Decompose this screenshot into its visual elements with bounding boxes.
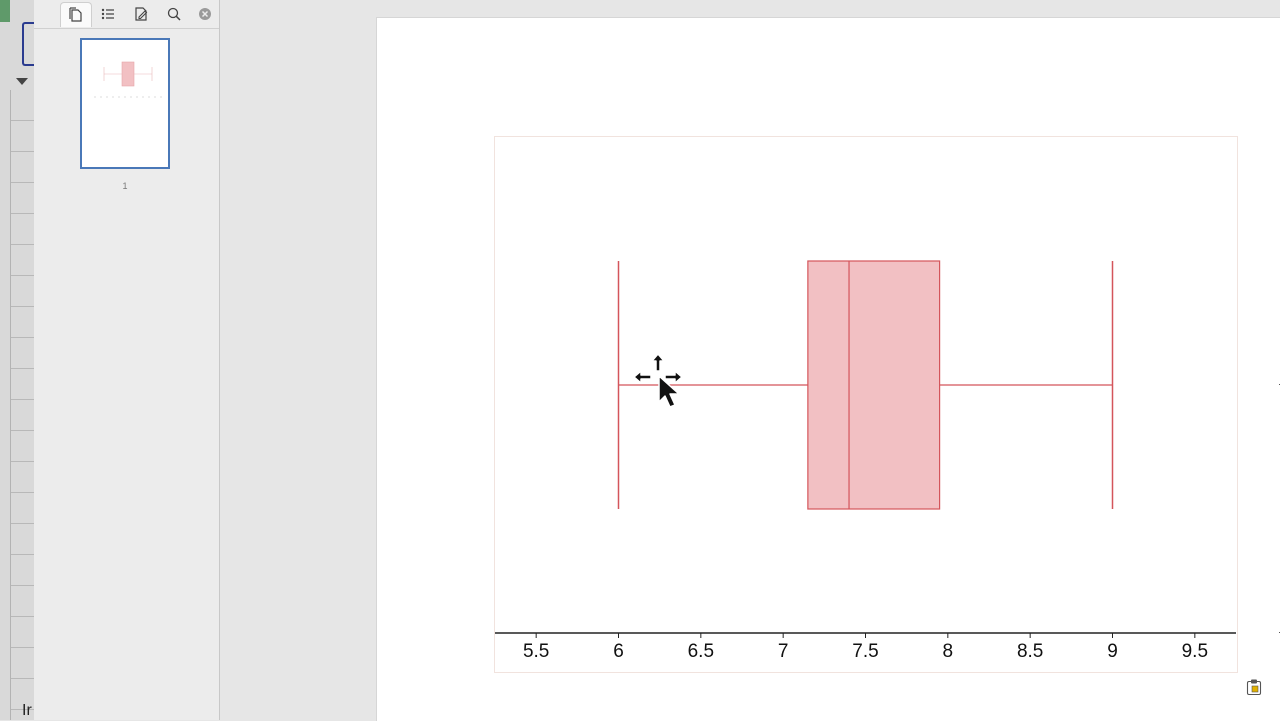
annotations-icon (135, 7, 148, 21)
search-icon (167, 7, 181, 21)
document-page (376, 17, 1280, 721)
paste-options-icon[interactable] (1245, 678, 1263, 696)
tab-search[interactable] (159, 2, 189, 26)
thumbnails-icon (69, 7, 82, 22)
page-thumbnail[interactable] (80, 38, 170, 169)
chart-frame[interactable] (494, 136, 1238, 673)
background-window-edge: Ir (0, 0, 35, 720)
background-partial-text: Ir (22, 702, 32, 719)
tab-thumbnails[interactable] (60, 2, 92, 27)
tab-annotations[interactable] (126, 2, 156, 26)
background-window-selection (22, 22, 34, 66)
page-thumbnail-number: 1 (122, 181, 128, 191)
background-window-accent (0, 0, 10, 22)
page-thumbnail-preview (94, 61, 162, 98)
dropdown-triangle-icon (16, 78, 28, 85)
sidebar-tabbar (34, 0, 219, 29)
background-spreadsheet-rows (10, 90, 35, 720)
move-cursor-icon (633, 353, 683, 408)
outline-list-icon (101, 8, 114, 20)
tab-outline[interactable] (93, 2, 123, 26)
sidebar-close-button[interactable] (190, 2, 220, 26)
close-icon (199, 8, 211, 20)
sidebar: 1 (34, 0, 220, 720)
